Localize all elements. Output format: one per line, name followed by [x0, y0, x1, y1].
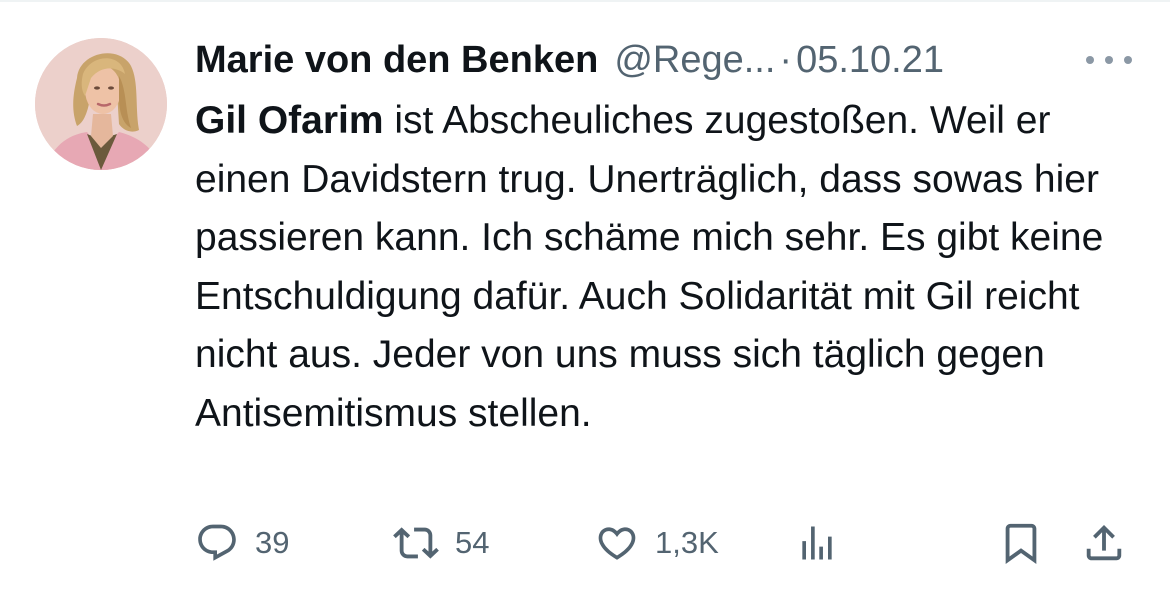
action-bar: 39 54 1,3K [195, 515, 1140, 571]
like-count: 1,3K [655, 525, 719, 560]
share-button[interactable] [1081, 515, 1127, 571]
divider [0, 0, 1170, 2]
avatar[interactable] [35, 38, 167, 170]
more-dot [1105, 56, 1113, 64]
mention-link[interactable]: Gil Ofarim [195, 99, 384, 142]
retweet-button[interactable]: 54 [393, 515, 489, 571]
reply-button[interactable]: 39 [195, 515, 289, 571]
reply-icon [195, 521, 239, 565]
like-button[interactable]: 1,3K [595, 515, 719, 571]
bookmark-icon [998, 520, 1044, 566]
retweet-icon [393, 520, 439, 566]
tweet-header: Marie von den Benken @Rege... · 05.10.21 [195, 38, 944, 82]
views-button[interactable] [795, 515, 839, 571]
tweet-card[interactable]: Marie von den Benken @Rege... · 05.10.21… [0, 0, 1170, 595]
reply-count: 39 [255, 525, 290, 560]
heart-icon [595, 521, 639, 565]
retweet-count: 54 [455, 525, 490, 560]
bookmark-button[interactable] [998, 515, 1044, 571]
more-dot [1086, 56, 1094, 64]
share-icon [1081, 520, 1127, 566]
separator-dot: · [779, 39, 793, 81]
views-icon [795, 521, 839, 565]
author-handle[interactable]: @Rege... [614, 38, 775, 82]
author-name[interactable]: Marie von den Benken [195, 38, 598, 82]
more-dot [1124, 56, 1132, 64]
more-icon[interactable] [1086, 48, 1132, 72]
tweet-text: Gil Ofarim ist Abscheuliches zugestoßen.… [195, 92, 1145, 443]
tweet-text-body: ist Abscheuliches zugestoßen. Weil er ei… [195, 99, 1104, 435]
tweet-date[interactable]: 05.10.21 [796, 38, 944, 82]
